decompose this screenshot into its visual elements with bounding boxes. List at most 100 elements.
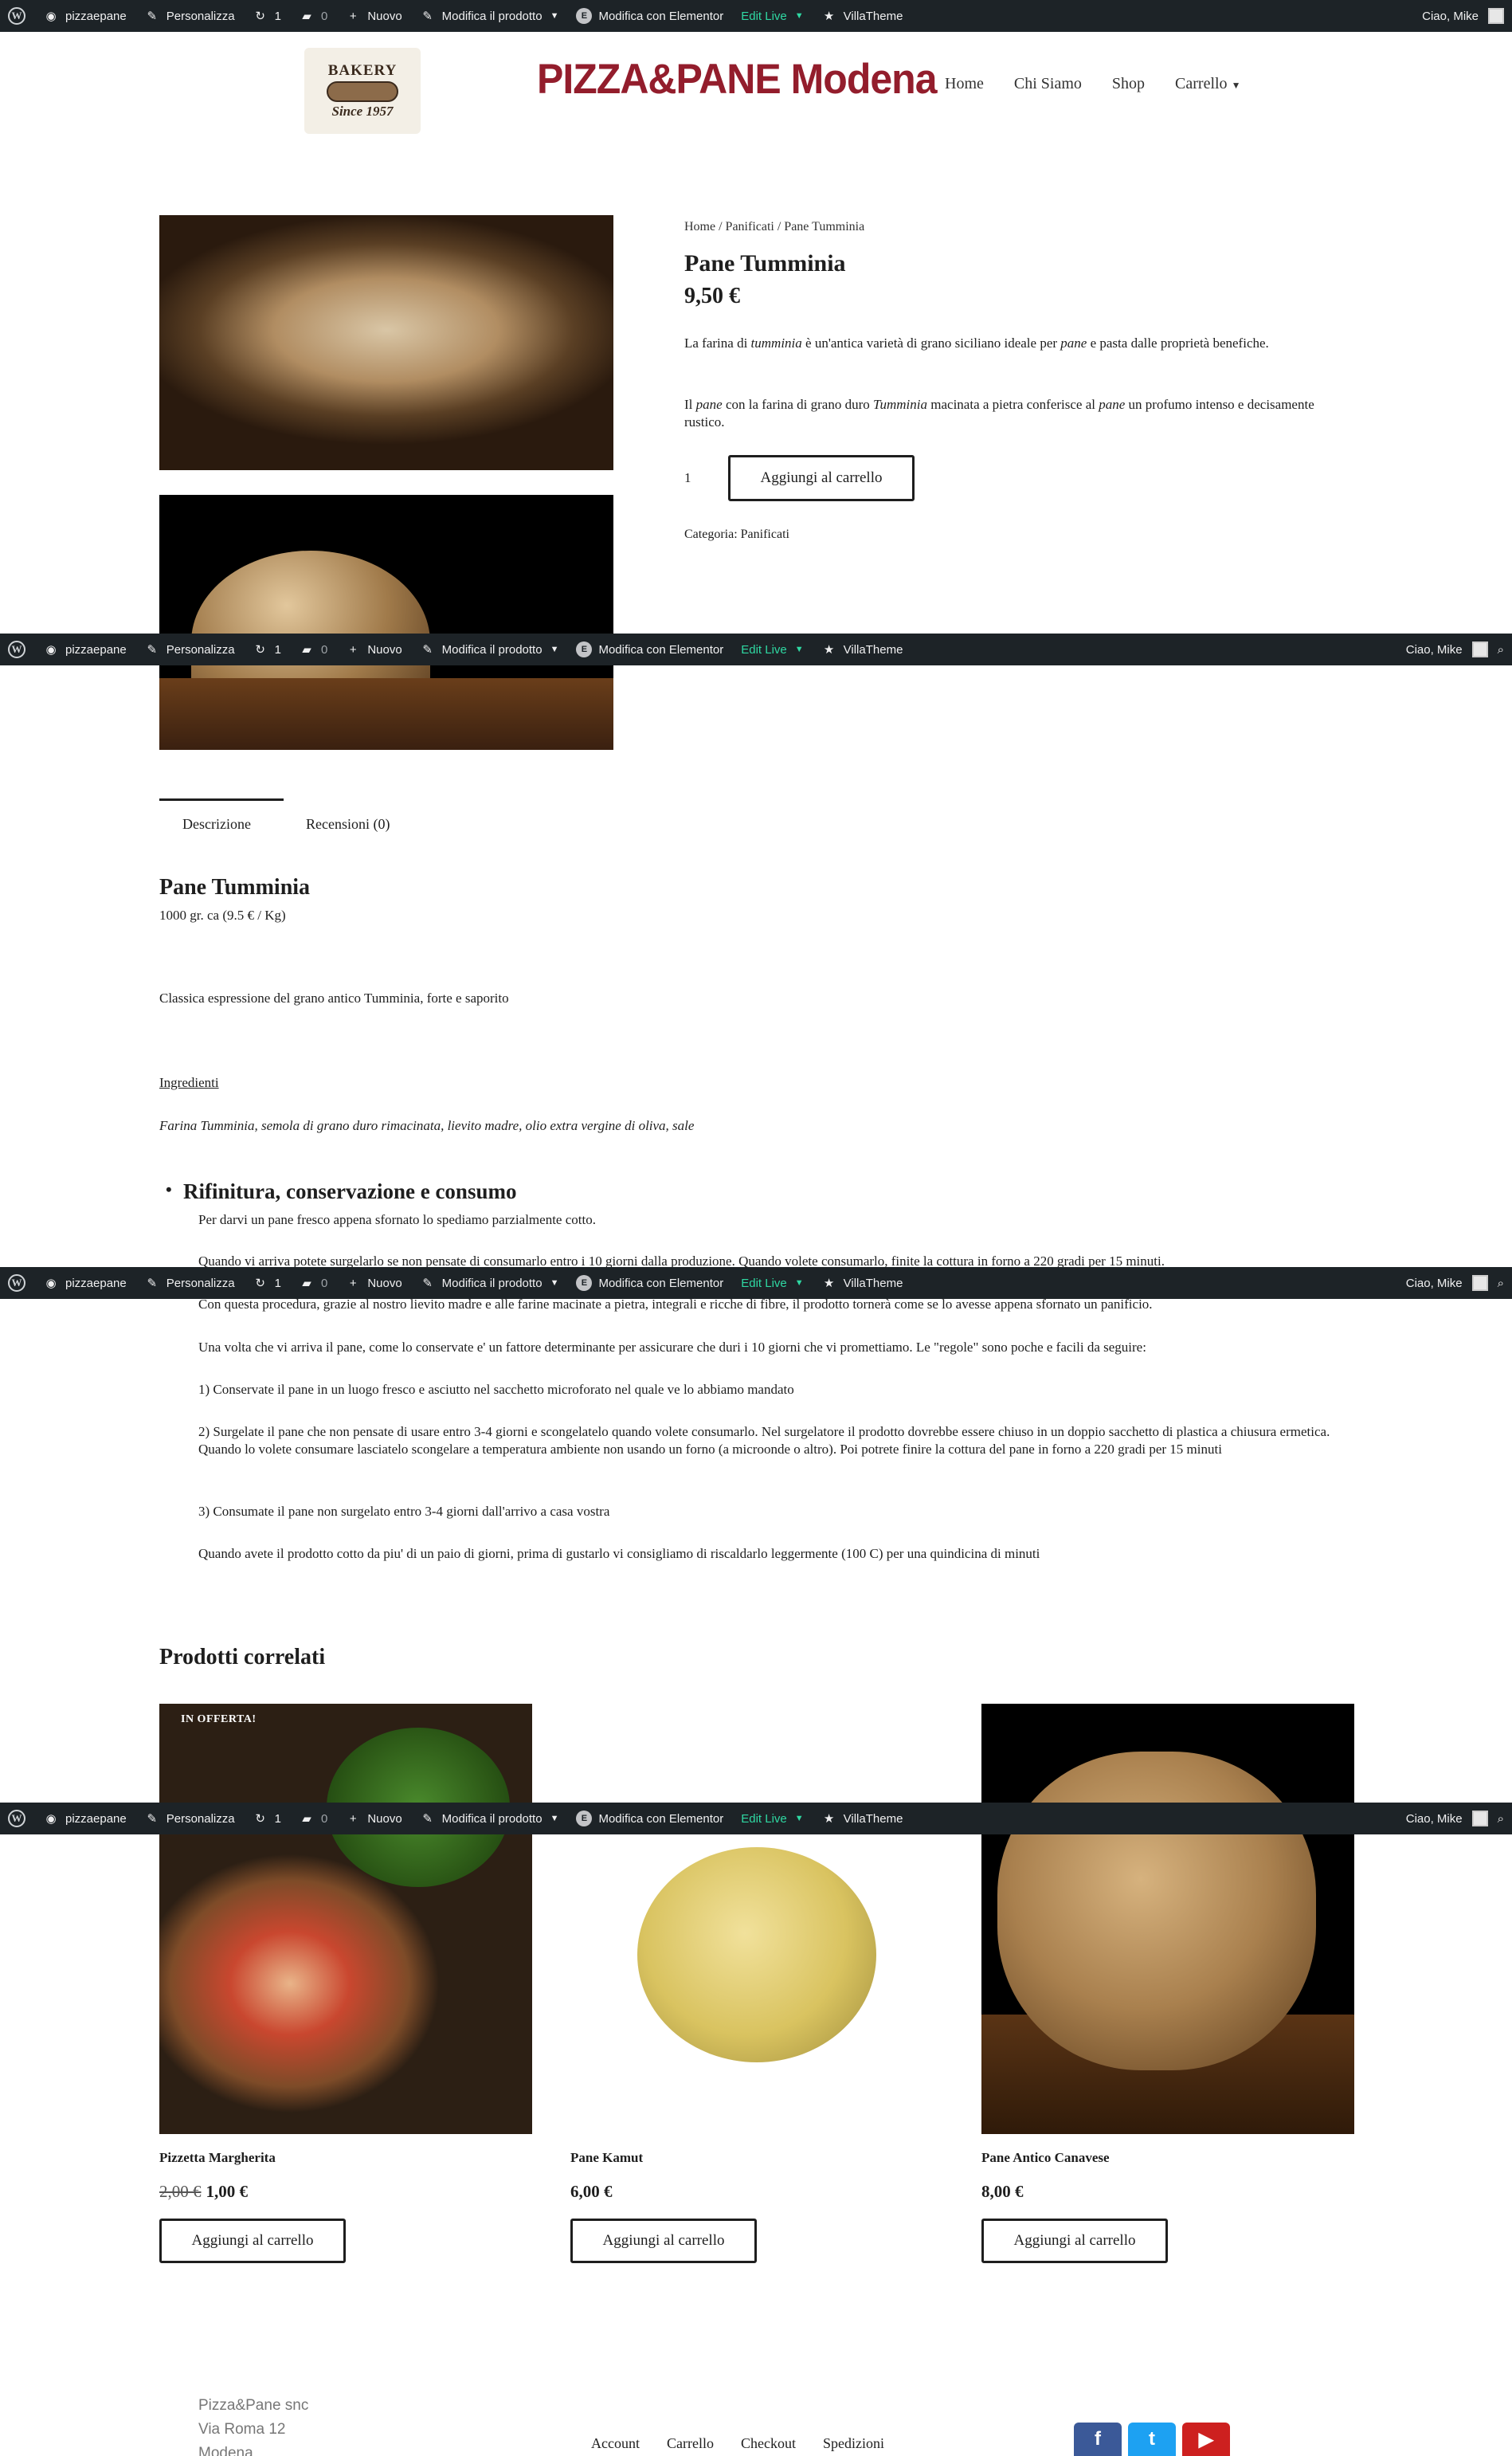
wordpress-icon: W [8,641,25,658]
add-to-cart-button[interactable]: Aggiungi al carrello [981,2219,1168,2263]
quantity-input[interactable]: 1 [684,470,691,486]
admin-villatheme-link[interactable]: ★ VillaTheme [821,1811,903,1826]
tab-recensioni[interactable]: Recensioni (0) [306,816,390,833]
search-icon[interactable]: ⌕ [1498,1812,1504,1826]
wordpress-logo-button[interactable]: W [8,1274,25,1292]
admin-site-link[interactable]: ◉ pizzaepane [43,1811,126,1826]
plus-icon: + [349,642,357,657]
related-image-kamut[interactable] [570,1704,943,2134]
admin-elementor-link[interactable]: E Modifica con Elementor [576,1811,723,1826]
related-name[interactable]: Pane Antico Canavese [981,2150,1110,2166]
youtube-icon[interactable]: ▶ [1182,2423,1230,2456]
admin-customize-link[interactable]: ✎ Personalizza [144,8,234,24]
sale-badge: IN OFFERTA! [181,1713,257,1725]
admin-new-link[interactable]: + Nuovo [345,8,402,24]
add-to-cart-button[interactable]: Aggiungi al carrello [728,455,915,501]
admin-bar: W ◉ pizzaepane ✎ Personalizza ↻ 1 ▰ 0 + Nuovo… [0,634,1512,665]
footer-address: Via Roma 12 [198,2421,286,2438]
admin-account-menu[interactable]: Ciao, Mike [1422,8,1504,24]
site-title[interactable]: PIZZA&PANE Modena [537,55,938,104]
admin-updates-link[interactable]: ↻ 1 [253,1275,281,1291]
search-icon[interactable]: ⌕ [1498,1277,1504,1290]
product-image-secondary[interactable] [159,495,613,750]
wordpress-logo-button[interactable]: W [8,7,25,25]
admin-edit-live-link[interactable]: Edit Live ▼ [741,10,803,23]
search-icon[interactable]: ⌕ [1498,643,1504,657]
admin-comments-link[interactable]: ▰ 0 [299,1811,327,1826]
admin-customize-link[interactable]: ✎ Personalizza [144,1811,234,1826]
admin-edit-product-link[interactable]: ✎ Modifica il prodotto ▼ [420,641,558,657]
admin-customize-label: Personalizza [166,1276,235,1290]
admin-customize-link[interactable]: ✎ Personalizza [144,1275,235,1291]
admin-new-label: Nuovo [367,1276,402,1290]
elementor-icon: E [576,641,593,657]
admin-villatheme-link[interactable]: ★ VillaTheme [821,641,903,657]
admin-site-link[interactable]: ◉ pizzaepane [43,8,126,24]
nav-home[interactable]: Home [945,75,984,93]
footer-cart-link[interactable]: Carrello [667,2435,714,2452]
admin-edit-live-link[interactable]: Edit Live ▼ [741,643,803,657]
admin-edit-live-link[interactable]: Edit Live ▼ [741,1812,803,1826]
ingredients-label: Ingredienti [159,1075,219,1090]
admin-new-link[interactable]: + Nuovo [345,1275,402,1291]
admin-updates-link[interactable]: ↻ 1 [253,8,281,24]
related-name[interactable]: Pane Kamut [570,2150,643,2166]
admin-account-menu[interactable]: Ciao, Mike ⌕ [1406,1811,1504,1826]
admin-comments-count: 0 [320,1811,328,1826]
nav-shop[interactable]: Shop [1112,75,1145,93]
breadcrumb[interactable]: Home / Panificati / Pane Tumminia [684,220,864,234]
wordpress-logo-button[interactable]: W [8,1810,25,1827]
admin-elementor-link[interactable]: E Modifica con Elementor [576,8,723,24]
brush-icon: ✎ [147,10,158,23]
admin-updates-count: 1 [274,1276,281,1290]
site-logo[interactable]: BAKERY Since 1957 [304,48,421,134]
admin-comments-link[interactable]: ▰ 0 [299,8,327,24]
nav-chi-siamo[interactable]: Chi Siamo [1014,75,1082,93]
admin-edit-product-link[interactable]: ✎ Modifica il prodotto ▼ [420,1811,558,1826]
refresh-icon: ↻ [255,10,265,23]
product-category[interactable]: Categoria: Panificati [684,528,789,542]
admin-edit-product-link[interactable]: ✎ Modifica il prodotto ▼ [420,8,558,24]
admin-greeting: Ciao, Mike [1405,1811,1463,1826]
tab-descrizione[interactable]: Descrizione [182,816,251,833]
description-title: Pane Tumminia [159,875,311,900]
admin-account-menu[interactable]: Ciao, Mike ⌕ [1406,1275,1504,1291]
admin-villatheme-link[interactable]: ★ VillaTheme [821,8,903,24]
related-title: Prodotti correlati [159,1645,326,1669]
brush-icon: ✎ [147,1812,158,1826]
admin-elementor-link[interactable]: E Modifica con Elementor [576,1275,723,1291]
admin-new-label: Nuovo [367,9,402,23]
footer-account-link[interactable]: Account [591,2435,640,2452]
admin-comments-link[interactable]: ▰ 0 [299,641,327,657]
nav-carrello[interactable]: Carrello ▼ [1175,75,1240,93]
add-to-cart-button[interactable]: Aggiungi al carrello [159,2219,346,2263]
facebook-icon[interactable]: f [1074,2423,1122,2456]
admin-updates-link[interactable]: ↻ 1 [253,641,281,657]
footer-nav: Account Carrello Checkout Spedizioni [591,2435,884,2452]
admin-villatheme-link[interactable]: ★ VillaTheme [821,1275,903,1291]
product-title: Pane Tumminia [684,250,846,277]
twitter-icon[interactable]: t [1128,2423,1176,2456]
admin-edit-product-link[interactable]: ✎ Modifica il prodotto ▼ [420,1275,559,1291]
admin-new-link[interactable]: + Nuovo [345,1811,402,1826]
admin-elementor-link[interactable]: E Modifica con Elementor [576,641,723,657]
admin-edit-live-link[interactable]: Edit Live ▼ [741,1277,803,1290]
add-to-cart-button[interactable]: Aggiungi al carrello [570,2219,757,2263]
product-image-main[interactable] [159,215,613,470]
admin-new-link[interactable]: + Nuovo [345,641,402,657]
admin-comments-link[interactable]: ▰ 0 [299,1275,327,1291]
admin-customize-link[interactable]: ✎ Personalizza [144,641,234,657]
footer-shipping-link[interactable]: Spedizioni [823,2435,884,2452]
related-name[interactable]: Pizzetta Margherita [159,2150,276,2166]
pencil-icon: ✎ [422,643,433,657]
admin-updates-link[interactable]: ↻ 1 [253,1811,281,1826]
admin-edit-product-label: Modifica il prodotto [441,9,543,23]
chevron-down-icon: ▼ [550,1278,559,1288]
admin-account-menu[interactable]: Ciao, Mike ⌕ [1406,641,1504,657]
admin-site-link[interactable]: ◉ pizzaepane [43,1275,126,1291]
related-image-pizzetta[interactable] [159,1704,532,2134]
admin-site-link[interactable]: ◉ pizzaepane [43,641,126,657]
related-image-canavese[interactable] [981,1704,1354,2134]
wordpress-logo-button[interactable]: W [8,641,25,658]
footer-checkout-link[interactable]: Checkout [741,2435,796,2452]
